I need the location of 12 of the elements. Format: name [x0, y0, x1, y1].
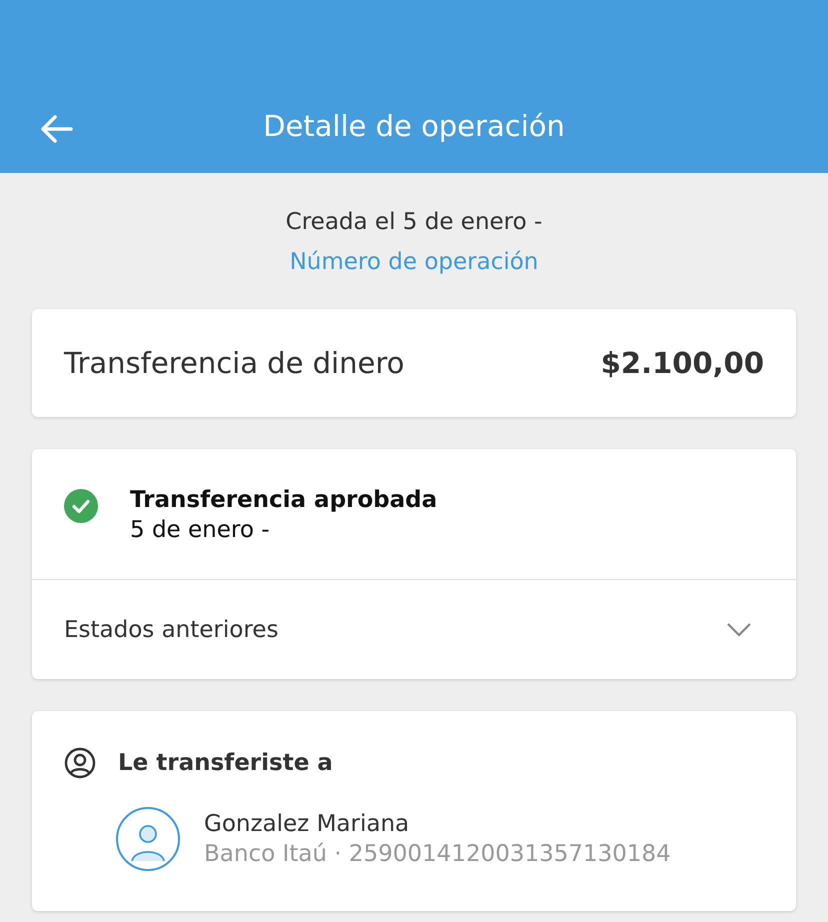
recipient-account: Banco Itaú · 2590014120031357130184	[204, 841, 671, 867]
status-date: 5 de enero -	[130, 517, 271, 543]
recipient-name: Gonzalez Mariana	[204, 811, 410, 837]
avatar-icon	[116, 807, 180, 871]
user-icon	[64, 747, 96, 779]
created-date: Creada el 5 de enero -	[286, 209, 542, 235]
amount: $2.100,00	[600, 346, 764, 380]
operation-type: Transferencia de dinero	[64, 346, 404, 380]
status-title: Transferencia aprobada	[130, 487, 438, 513]
recipient-heading: Le transferiste a	[118, 750, 333, 776]
page-title: Detalle de operación	[263, 109, 565, 143]
previous-states-toggle[interactable]: Estados anteriores	[32, 579, 796, 679]
